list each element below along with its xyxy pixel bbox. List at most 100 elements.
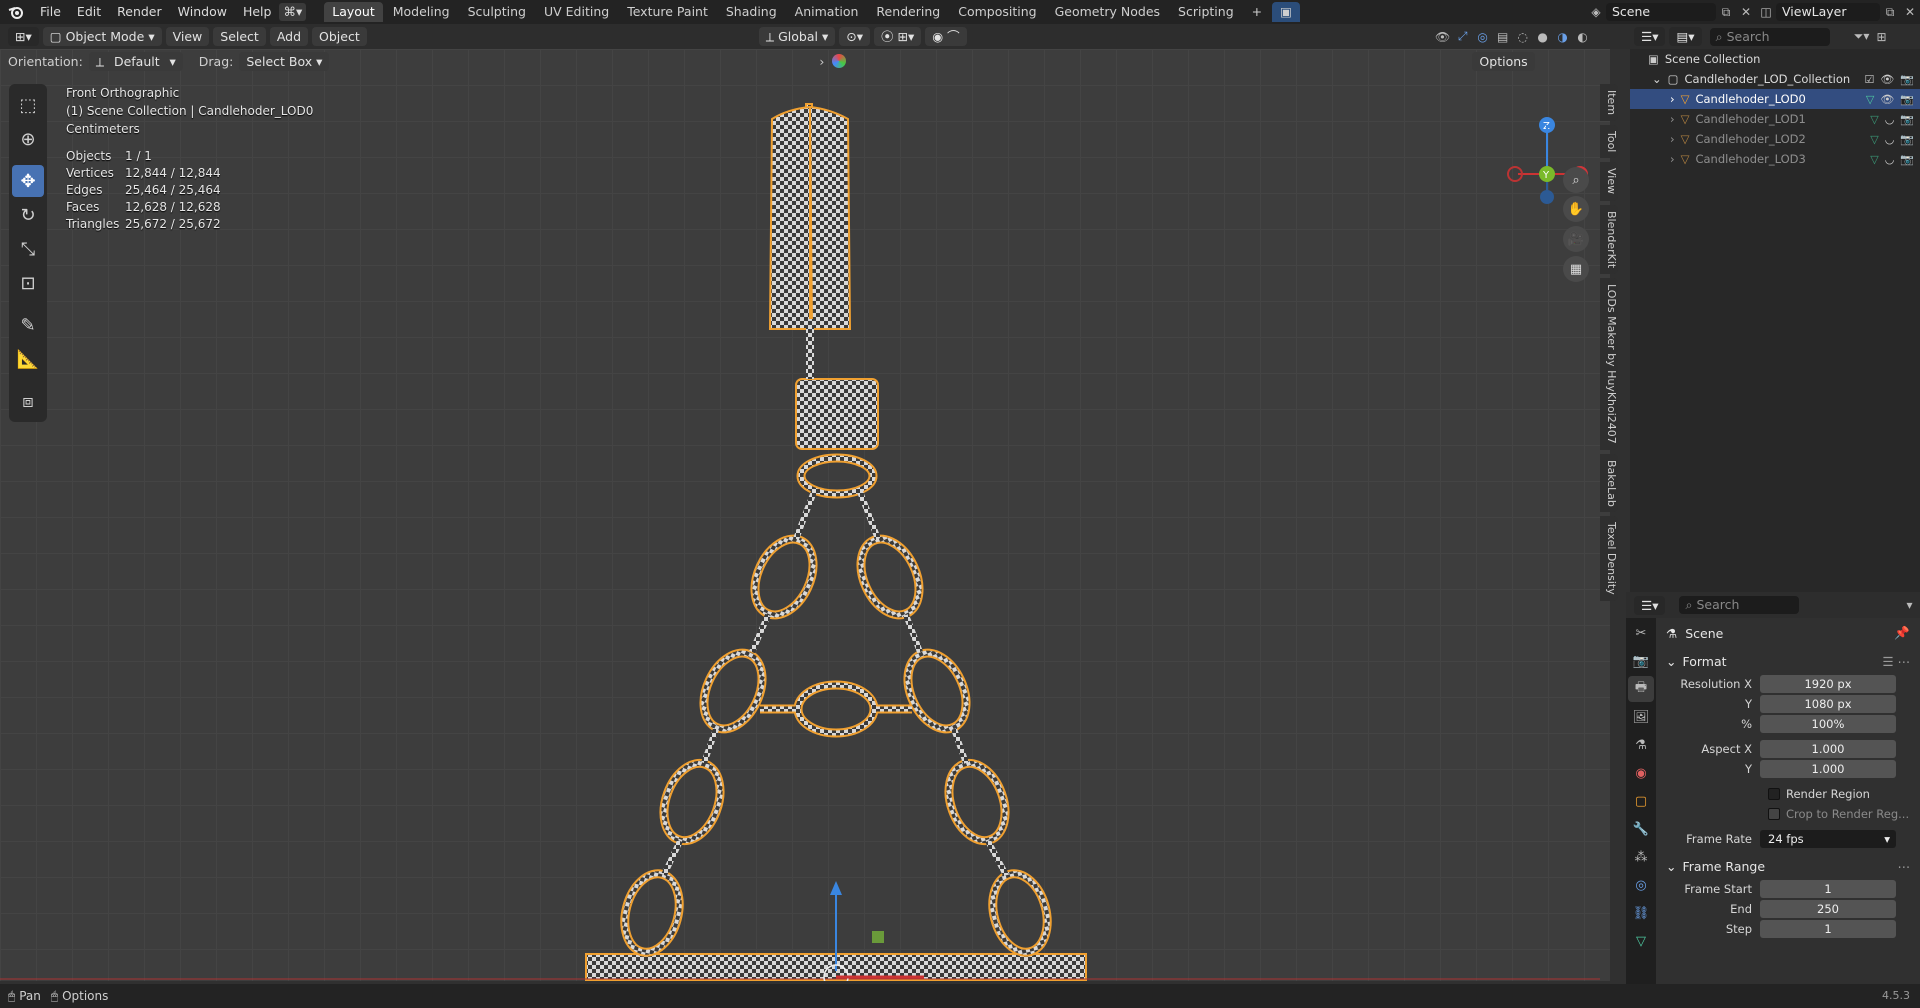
- data-tab-icon[interactable]: ▽: [1628, 928, 1654, 954]
- annotate-icon[interactable]: ✎: [12, 309, 44, 341]
- add-cube-icon[interactable]: ⧈: [12, 385, 44, 417]
- pan-hand-icon[interactable]: ✋: [1563, 196, 1589, 222]
- properties-options-icon[interactable]: ▾: [1899, 596, 1919, 614]
- resolution-x-field[interactable]: 1920 px: [1760, 675, 1896, 693]
- tab-geometry-nodes[interactable]: Geometry Nodes: [1047, 2, 1168, 22]
- new-scene-icon[interactable]: ⧉: [1716, 3, 1736, 21]
- blender-logo-icon[interactable]: [0, 4, 32, 20]
- tab-animation[interactable]: Animation: [787, 2, 867, 22]
- view-layer-selector[interactable]: ViewLayer: [1776, 3, 1880, 21]
- aspect-x-field[interactable]: 1.000: [1760, 740, 1896, 758]
- outliner-editor-type[interactable]: ☰▾: [1634, 27, 1666, 46]
- tab-tool[interactable]: Tool: [1600, 125, 1618, 159]
- tab-bakelab[interactable]: BakeLab: [1600, 453, 1618, 513]
- rendered-shading-icon[interactable]: ◐: [1573, 28, 1593, 46]
- constraints-tab-icon[interactable]: ⛓: [1628, 900, 1654, 926]
- visibility-icon[interactable]: 👁: [1433, 28, 1453, 46]
- new-collection-icon[interactable]: ⊞: [1872, 28, 1892, 46]
- menu-object[interactable]: Object: [312, 27, 367, 46]
- menu-select[interactable]: Select: [213, 27, 266, 46]
- tab-sculpting[interactable]: Sculpting: [460, 2, 534, 22]
- snap-button[interactable]: ⦿ ⊞▾: [874, 27, 922, 46]
- filter-icon[interactable]: ⏷▾: [1852, 28, 1872, 46]
- tab-texel-density[interactable]: Texel Density: [1600, 516, 1618, 602]
- render-region-checkbox[interactable]: Render Region: [1656, 784, 1920, 804]
- view-layer-tab-icon[interactable]: 🖼: [1628, 704, 1654, 730]
- new-view-layer-icon[interactable]: ⧉: [1880, 3, 1900, 21]
- properties-editor-type[interactable]: ☰▾: [1634, 595, 1666, 615]
- menu-window[interactable]: Window: [170, 0, 235, 24]
- image-editor-icon[interactable]: ▣: [1272, 2, 1300, 22]
- camera-view-icon[interactable]: 🎥: [1563, 226, 1589, 252]
- tab-shading[interactable]: Shading: [718, 2, 785, 22]
- tab-blenderkit[interactable]: BlenderKit: [1600, 204, 1618, 274]
- frame-rate-dropdown[interactable]: 24 fps ▾: [1760, 830, 1896, 848]
- world-tab-icon[interactable]: ◉: [1628, 760, 1654, 786]
- menu-render[interactable]: Render: [109, 0, 170, 24]
- output-tab-icon[interactable]: 🖶: [1628, 676, 1654, 702]
- scene-tab-icon[interactable]: ⚗: [1628, 732, 1654, 758]
- options-button[interactable]: Options: [1472, 51, 1535, 71]
- material-shading-icon[interactable]: ◑: [1553, 28, 1573, 46]
- menu-file[interactable]: File: [32, 0, 69, 24]
- frame-step-field[interactable]: 1: [1760, 920, 1896, 938]
- physics-tab-icon[interactable]: ◎: [1628, 872, 1654, 898]
- 3d-viewport[interactable]: Z X Y: [0, 49, 1610, 981]
- tab-texture-paint[interactable]: Texture Paint: [619, 2, 716, 22]
- tree-item-collection[interactable]: ⌄ ▢ Candlehoder_LOD_Collection ☑ 👁 📷: [1630, 69, 1920, 89]
- menu-add[interactable]: Add: [269, 27, 309, 46]
- tab-layout[interactable]: Layout: [324, 2, 383, 22]
- format-panel-header[interactable]: ⌄ Format ☰ ⋯: [1656, 648, 1920, 674]
- transform-orientation-dropdown[interactable]: ⟂ Global ▾: [758, 27, 836, 46]
- frame-range-panel-header[interactable]: ⌄ Frame Range ⋯: [1656, 853, 1920, 879]
- tab-item[interactable]: Item: [1600, 84, 1618, 122]
- frame-end-field[interactable]: 250: [1760, 900, 1896, 918]
- aspect-y-field[interactable]: 1.000: [1760, 760, 1896, 778]
- scene-selector[interactable]: Scene: [1606, 3, 1716, 21]
- overlay-toggle-icon[interactable]: ◎: [1473, 28, 1493, 46]
- tree-item-scene-collection[interactable]: ▣ Scene Collection: [1630, 49, 1920, 69]
- menu-help[interactable]: Help: [235, 0, 280, 24]
- particles-tab-icon[interactable]: ⁂: [1628, 844, 1654, 870]
- object-tab-icon[interactable]: ▢: [1628, 788, 1654, 814]
- resolution-percent-field[interactable]: 100%: [1760, 715, 1896, 733]
- editor-type-button[interactable]: ⊞▾: [8, 27, 39, 46]
- workspace-icon[interactable]: ⌘▾: [279, 3, 307, 21]
- modifier-tab-icon[interactable]: 🔧: [1628, 816, 1654, 842]
- xray-icon[interactable]: ▤: [1493, 28, 1513, 46]
- menu-view[interactable]: View: [165, 27, 210, 46]
- pin-icon[interactable]: 📌: [1894, 625, 1910, 641]
- menu-edit[interactable]: Edit: [69, 0, 109, 24]
- cursor-icon[interactable]: ⊕: [12, 123, 44, 155]
- orientation-dropdown[interactable]: ⟂ Default ▾: [88, 51, 183, 71]
- tab-compositing[interactable]: Compositing: [950, 2, 1044, 22]
- add-workspace-icon[interactable]: +: [1244, 2, 1270, 22]
- outliner-search-input[interactable]: ⌕ Search: [1709, 27, 1830, 46]
- tab-lods-maker[interactable]: LODs Maker by HuyKhoi2407: [1600, 277, 1618, 450]
- tab-rendering[interactable]: Rendering: [868, 2, 948, 22]
- resolution-y-field[interactable]: 1080 px: [1760, 695, 1896, 713]
- tree-item-object[interactable]: › ▽ Candlehoder_LOD0 ▽ 👁 📷: [1630, 89, 1920, 109]
- pivot-point-button[interactable]: ⊙▾: [839, 27, 870, 46]
- properties-search-input[interactable]: ⌕ Search: [1679, 596, 1800, 614]
- measure-icon[interactable]: 📐: [12, 343, 44, 375]
- remove-view-layer-icon[interactable]: ✕: [1900, 3, 1920, 21]
- tab-scripting[interactable]: Scripting: [1170, 2, 1242, 22]
- select-box-icon[interactable]: ⬚: [12, 89, 44, 121]
- wireframe-shading-icon[interactable]: ◌: [1513, 28, 1533, 46]
- perspective-toggle-icon[interactable]: ▦: [1563, 256, 1589, 282]
- crop-region-checkbox[interactable]: Crop to Render Reg...: [1656, 804, 1920, 824]
- solid-shading-icon[interactable]: ●: [1533, 28, 1553, 46]
- frame-start-field[interactable]: 1: [1760, 880, 1896, 898]
- display-mode-button[interactable]: ▤▾: [1669, 27, 1702, 46]
- tab-view[interactable]: View: [1600, 162, 1618, 201]
- tree-item-object[interactable]: › ▽ Candlehoder_LOD3 ▽ ◡ 📷: [1630, 149, 1920, 169]
- tab-modeling[interactable]: Modeling: [385, 2, 458, 22]
- tree-item-object[interactable]: › ▽ Candlehoder_LOD2 ▽ ◡ 📷: [1630, 129, 1920, 149]
- collapse-icon[interactable]: ›: [819, 54, 824, 69]
- transform-icon[interactable]: ⊡: [12, 267, 44, 299]
- move-icon[interactable]: ✥: [12, 165, 44, 197]
- color-picker-icon[interactable]: [832, 54, 847, 68]
- rotate-icon[interactable]: ↻: [12, 199, 44, 231]
- render-tab-icon[interactable]: 📷: [1628, 648, 1654, 674]
